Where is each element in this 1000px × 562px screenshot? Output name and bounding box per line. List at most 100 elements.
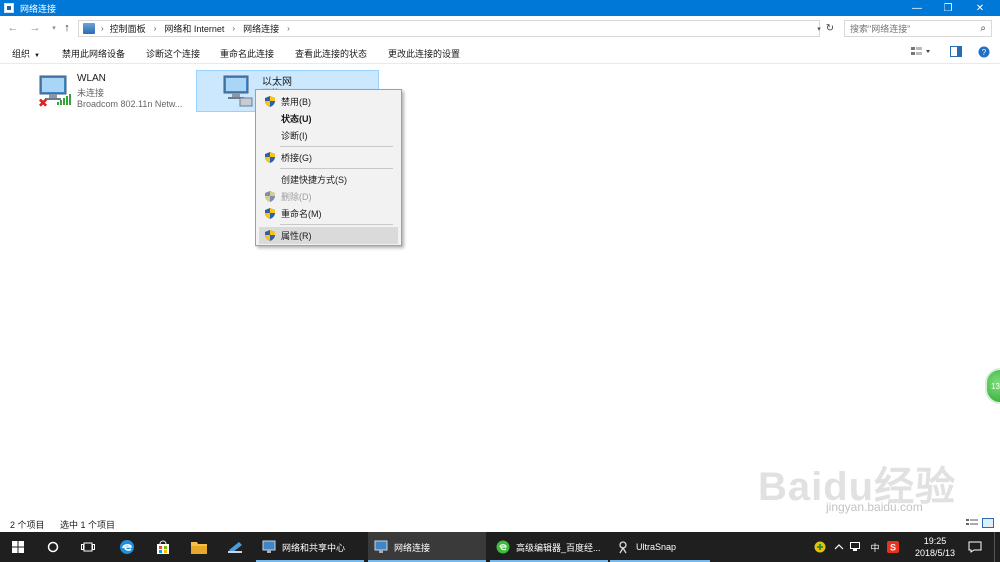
menu-item-label: 桥接(G): [281, 153, 312, 163]
organize-label: 组织: [12, 49, 31, 59]
minimize-button[interactable]: —: [903, 0, 931, 16]
taskbar-app-browser[interactable]: 高级编辑器_百度经...: [490, 532, 608, 562]
taskbar-app-label: UltraSnap: [636, 542, 677, 552]
close-button[interactable]: ✕: [966, 0, 994, 16]
input-method-indicator[interactable]: 中: [868, 532, 882, 562]
search-icon[interactable]: ⌕: [980, 23, 986, 34]
address-bar[interactable]: › 控制面板 › 网络和 Internet › 网络连接 ›: [78, 20, 820, 37]
maximize-button[interactable]: ❐: [934, 0, 962, 16]
back-arrow-icon[interactable]: ←: [6, 20, 20, 36]
uac-shield-icon: [265, 208, 275, 219]
breadcrumb-sep-icon[interactable]: ›: [224, 24, 243, 33]
tray-expand[interactable]: [834, 532, 848, 562]
menu-item-label: 禁用(B): [281, 97, 311, 107]
task-view-button[interactable]: [74, 532, 102, 562]
rename-button[interactable]: 重命名此连接: [220, 47, 274, 60]
folder-icon: [191, 542, 207, 554]
change-view-icon[interactable]: [910, 46, 932, 61]
menu-item-disable[interactable]: 禁用(B): [259, 93, 398, 110]
floating-badge[interactable]: 13: [985, 368, 1000, 404]
breadcrumb-network-internet[interactable]: 网络和 Internet: [164, 22, 224, 35]
forward-arrow-icon[interactable]: →: [28, 20, 42, 36]
system-clock[interactable]: 19:25 2018/5/13: [906, 535, 964, 559]
item-count: 2 个项目: [10, 520, 45, 530]
search-input[interactable]: [850, 23, 970, 34]
menu-separator: [280, 224, 393, 225]
refresh-icon[interactable]: ↻: [822, 20, 838, 37]
chevron-up-icon: [834, 544, 844, 550]
breadcrumb-network-connections[interactable]: 网络连接: [243, 22, 279, 35]
connection-name: WLAN: [77, 73, 106, 84]
network-connections-icon: [374, 540, 388, 553]
menu-item-properties[interactable]: 属性(R): [259, 227, 398, 244]
uac-shield-icon: [265, 230, 275, 241]
help-icon[interactable]: ?: [978, 46, 990, 61]
store-bag-icon: [157, 540, 169, 554]
ultrasnap-icon: [619, 541, 627, 554]
action-center[interactable]: [968, 532, 984, 562]
menu-item-label: 状态(U): [281, 114, 312, 124]
large-icons-view-icon[interactable]: [982, 518, 994, 530]
change-settings-button[interactable]: 更改此连接的设置: [388, 47, 460, 60]
menu-item-label: 属性(R): [281, 231, 312, 241]
clock-time: 19:25: [923, 536, 947, 546]
up-arrow-icon[interactable]: ↑: [60, 20, 74, 36]
chevron-down-icon: ▼: [34, 53, 40, 59]
taskbar-app-label: 网络和共享中心: [282, 542, 346, 553]
menu-item-rename[interactable]: 重命名(M): [259, 205, 398, 222]
context-menu: 禁用(B) 状态(U) 诊断(I) 桥接(G) 创建快捷方式(S) 删除(D) …: [255, 89, 402, 246]
breadcrumb-sep-icon[interactable]: ›: [279, 24, 298, 33]
sogou-ime-icon: S: [887, 541, 899, 553]
menu-separator: [280, 146, 393, 147]
uac-shield-icon: [265, 191, 275, 202]
sogou-ime[interactable]: S: [887, 532, 901, 562]
drive-app-icon: [228, 542, 242, 553]
network-status[interactable]: [850, 532, 864, 562]
windows-logo-icon: [12, 541, 24, 553]
pinned-app-taskbar-button[interactable]: [220, 532, 250, 562]
connection-status: 未连接: [77, 88, 105, 98]
start-button[interactable]: [0, 532, 36, 562]
taskbar-app-label: 网络连接: [394, 542, 431, 553]
preview-pane-icon[interactable]: [950, 46, 962, 60]
window-title: 网络连接: [20, 3, 57, 14]
menu-item-status[interactable]: 状态(U): [259, 110, 398, 127]
status-bar: 2 个项目 选中 1 个项目: [0, 514, 1000, 532]
network-connections-icon: [4, 3, 14, 13]
show-desktop-button[interactable]: [994, 532, 1000, 562]
organize-button[interactable]: 组织 ▼: [12, 47, 40, 60]
network-status-icon: [850, 542, 860, 551]
breadcrumb-control-panel[interactable]: 控制面板: [110, 22, 146, 35]
clock-date: 2018/5/13: [914, 548, 956, 558]
svg-text:?: ?: [982, 48, 987, 57]
view-status-button[interactable]: 查看此连接的状态: [295, 47, 367, 60]
recent-locations-icon[interactable]: ▾: [47, 20, 61, 36]
connection-device: Broadcom 802.11n Netw...: [77, 99, 183, 109]
disable-device-button[interactable]: 禁用此网络设备: [62, 47, 125, 60]
taskbar-app-network-center[interactable]: 网络和共享中心: [256, 532, 364, 562]
network-center-icon: [262, 540, 276, 553]
menu-separator: [280, 168, 393, 169]
baidu-watermark-url: jingyan.baidu.com: [826, 500, 923, 514]
tray-app-icon[interactable]: [814, 532, 830, 562]
store-taskbar-button[interactable]: [148, 532, 178, 562]
menu-item-bridge[interactable]: 桥接(G): [259, 149, 398, 166]
menu-item-create-shortcut[interactable]: 创建快捷方式(S): [259, 171, 398, 188]
cortana-button[interactable]: [40, 532, 66, 562]
menu-item-diagnose[interactable]: 诊断(I): [259, 127, 398, 144]
breadcrumb-sep-icon[interactable]: ›: [101, 24, 110, 33]
details-view-icon[interactable]: [966, 518, 978, 530]
wifi-signal-icon: [57, 94, 73, 105]
control-panel-icon: [83, 23, 95, 34]
notification-icon: [968, 541, 982, 553]
search-box[interactable]: ⌕: [844, 20, 992, 37]
uac-shield-icon: [265, 96, 275, 107]
browser-icon: [496, 540, 510, 554]
diagnose-button[interactable]: 诊断这个连接: [146, 47, 200, 60]
command-bar: 组织 ▼ 禁用此网络设备 诊断这个连接 重命名此连接 查看此连接的状态 更改此连接…: [0, 42, 1000, 64]
breadcrumb-sep-icon[interactable]: ›: [146, 24, 165, 33]
edge-taskbar-button[interactable]: [112, 532, 142, 562]
explorer-taskbar-button[interactable]: [184, 532, 214, 562]
taskbar-app-ultrasnap[interactable]: UltraSnap: [610, 532, 710, 562]
taskbar-app-network-connections[interactable]: 网络连接: [368, 532, 486, 562]
